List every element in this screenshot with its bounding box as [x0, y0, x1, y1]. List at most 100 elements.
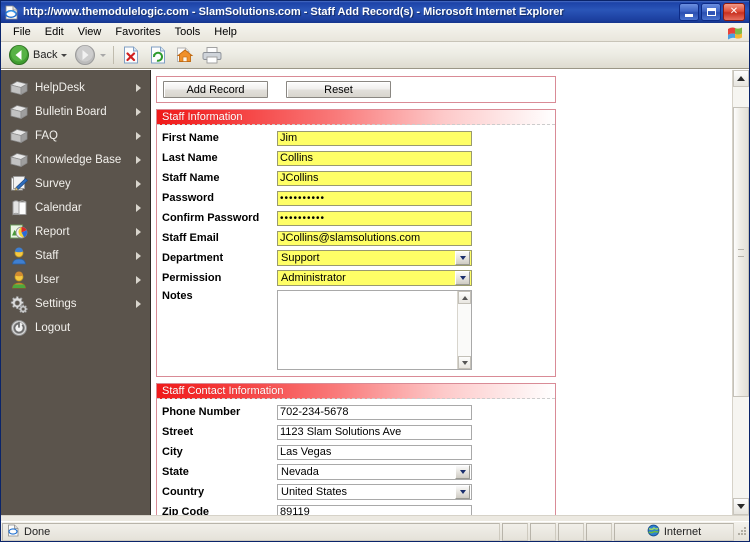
- sidebar-item-label: Logout: [35, 322, 71, 334]
- field-row-first-name: First Name: [157, 128, 555, 148]
- last-name-input[interactable]: [277, 150, 472, 166]
- staff-information-fields: First Name Last Name Staff Name: [157, 125, 555, 376]
- sidebar-item-survey[interactable]: Survey: [1, 172, 150, 196]
- zip-code-input[interactable]: [277, 504, 472, 515]
- add-record-button-top[interactable]: Add Record: [163, 81, 268, 98]
- chevron-right-icon: [136, 156, 141, 164]
- field-row-department: Department Support: [157, 248, 555, 268]
- chevron-right-icon: [136, 132, 141, 140]
- sidebar-item-label: Knowledge Base: [35, 154, 122, 166]
- forward-arrow-icon: [75, 45, 96, 65]
- field-row-country: Country United States: [157, 482, 555, 502]
- chevron-down-icon[interactable]: [61, 53, 68, 57]
- field-label: Last Name: [162, 152, 218, 164]
- status-pane-2: [530, 522, 556, 541]
- staff-contact-fields: Phone Number Street City State: [157, 399, 555, 515]
- sidebar-item-user[interactable]: User: [1, 268, 150, 292]
- field-label: City: [162, 446, 183, 458]
- scroll-up-icon[interactable]: [458, 291, 471, 304]
- page-scroll-thumb[interactable]: [733, 107, 749, 397]
- sidebar-item-bulletin-board[interactable]: Bulletin Board: [1, 100, 150, 124]
- back-arrow-icon: [9, 45, 29, 65]
- chevron-down-icon[interactable]: [455, 465, 470, 479]
- menu-item-view[interactable]: View: [71, 24, 109, 40]
- country-selected-value: United States: [281, 486, 348, 498]
- chevron-down-icon[interactable]: [455, 485, 470, 499]
- back-button[interactable]: Back: [5, 44, 70, 67]
- notes-scroll-track[interactable]: [458, 304, 471, 356]
- menu-item-favorites[interactable]: Favorites: [108, 24, 167, 40]
- status-pane-1: [502, 522, 528, 541]
- globe-icon: [647, 524, 660, 540]
- maximize-button[interactable]: [701, 3, 721, 21]
- sidebar-item-report[interactable]: Report: [1, 220, 150, 244]
- sidebar-item-label: Calendar: [35, 202, 82, 214]
- page-icon: [7, 524, 20, 540]
- box-icon: [8, 126, 30, 146]
- staff-information-header: Staff Information: [157, 110, 555, 125]
- permission-select[interactable]: Administrator: [277, 270, 472, 286]
- reset-button-top[interactable]: Reset: [286, 81, 391, 98]
- notes-scrollbar[interactable]: [457, 291, 471, 369]
- sidebar-item-label: HelpDesk: [35, 82, 85, 94]
- field-row-city: City: [157, 442, 555, 462]
- stop-button[interactable]: [118, 44, 144, 67]
- sidebar-item-faq[interactable]: FAQ: [1, 124, 150, 148]
- staff-email-input[interactable]: [277, 230, 472, 246]
- ie-document-icon: [4, 5, 19, 20]
- staff-name-input[interactable]: [277, 170, 472, 186]
- section-title: Staff Contact Information: [162, 385, 284, 397]
- field-row-staff-name: Staff Name: [157, 168, 555, 188]
- security-zone-pane[interactable]: Internet: [614, 522, 734, 541]
- scroll-down-icon[interactable]: [733, 498, 749, 515]
- sidebar-item-helpdesk[interactable]: HelpDesk: [1, 76, 150, 100]
- sidebar-item-knowledge-base[interactable]: Knowledge Base: [1, 148, 150, 172]
- sidebar-item-staff[interactable]: Staff: [1, 244, 150, 268]
- city-input[interactable]: [277, 444, 472, 460]
- menu-item-help[interactable]: Help: [207, 24, 244, 40]
- sidebar-item-settings[interactable]: Settings: [1, 292, 150, 316]
- first-name-input[interactable]: [277, 130, 472, 146]
- page-content-area: Add Record Reset Staff Information First…: [151, 70, 749, 515]
- resize-grip[interactable]: [735, 524, 749, 540]
- field-row-street: Street: [157, 422, 555, 442]
- close-button[interactable]: ✕: [723, 3, 745, 21]
- stop-icon: [124, 46, 139, 64]
- home-button[interactable]: [172, 44, 198, 67]
- menu-item-edit[interactable]: Edit: [38, 24, 71, 40]
- window-controls: ✕: [679, 3, 747, 21]
- sidebar-item-logout[interactable]: Logout: [1, 316, 150, 340]
- menu-item-file[interactable]: File: [6, 24, 38, 40]
- print-button[interactable]: [199, 44, 225, 67]
- back-button-label: Back: [33, 49, 58, 61]
- scroll-up-icon[interactable]: [733, 70, 749, 87]
- confirm-password-input[interactable]: [277, 210, 472, 226]
- sidebar-item-calendar[interactable]: Calendar: [1, 196, 150, 220]
- field-row-notes: Notes: [157, 288, 555, 372]
- status-pane-4: [586, 522, 612, 541]
- notes-textarea-wrapper: [277, 290, 472, 370]
- security-zone-text: Internet: [663, 525, 702, 538]
- scroll-down-icon[interactable]: [458, 356, 471, 369]
- minimize-button[interactable]: [679, 3, 699, 21]
- refresh-icon: [151, 46, 166, 64]
- department-select[interactable]: Support: [277, 250, 472, 266]
- field-label: Staff Email: [162, 232, 219, 244]
- phone-number-input[interactable]: [277, 404, 472, 420]
- state-select[interactable]: Nevada: [277, 464, 472, 480]
- country-select[interactable]: United States: [277, 484, 472, 500]
- street-input[interactable]: [277, 424, 472, 440]
- field-row-state: State Nevada: [157, 462, 555, 482]
- notes-textarea[interactable]: [278, 291, 457, 369]
- chevron-down-icon[interactable]: [455, 271, 470, 285]
- page-scroll-track[interactable]: [733, 87, 749, 498]
- person-green-icon: [8, 270, 30, 290]
- chevron-down-icon[interactable]: [455, 251, 470, 265]
- sidebar-item-label: Bulletin Board: [35, 106, 107, 118]
- page-vertical-scrollbar[interactable]: [732, 70, 749, 515]
- refresh-button[interactable]: [145, 44, 171, 67]
- password-input[interactable]: [277, 190, 472, 206]
- menu-item-tools[interactable]: Tools: [168, 24, 208, 40]
- field-label: Country: [162, 486, 205, 498]
- status-pane-3: [558, 522, 584, 541]
